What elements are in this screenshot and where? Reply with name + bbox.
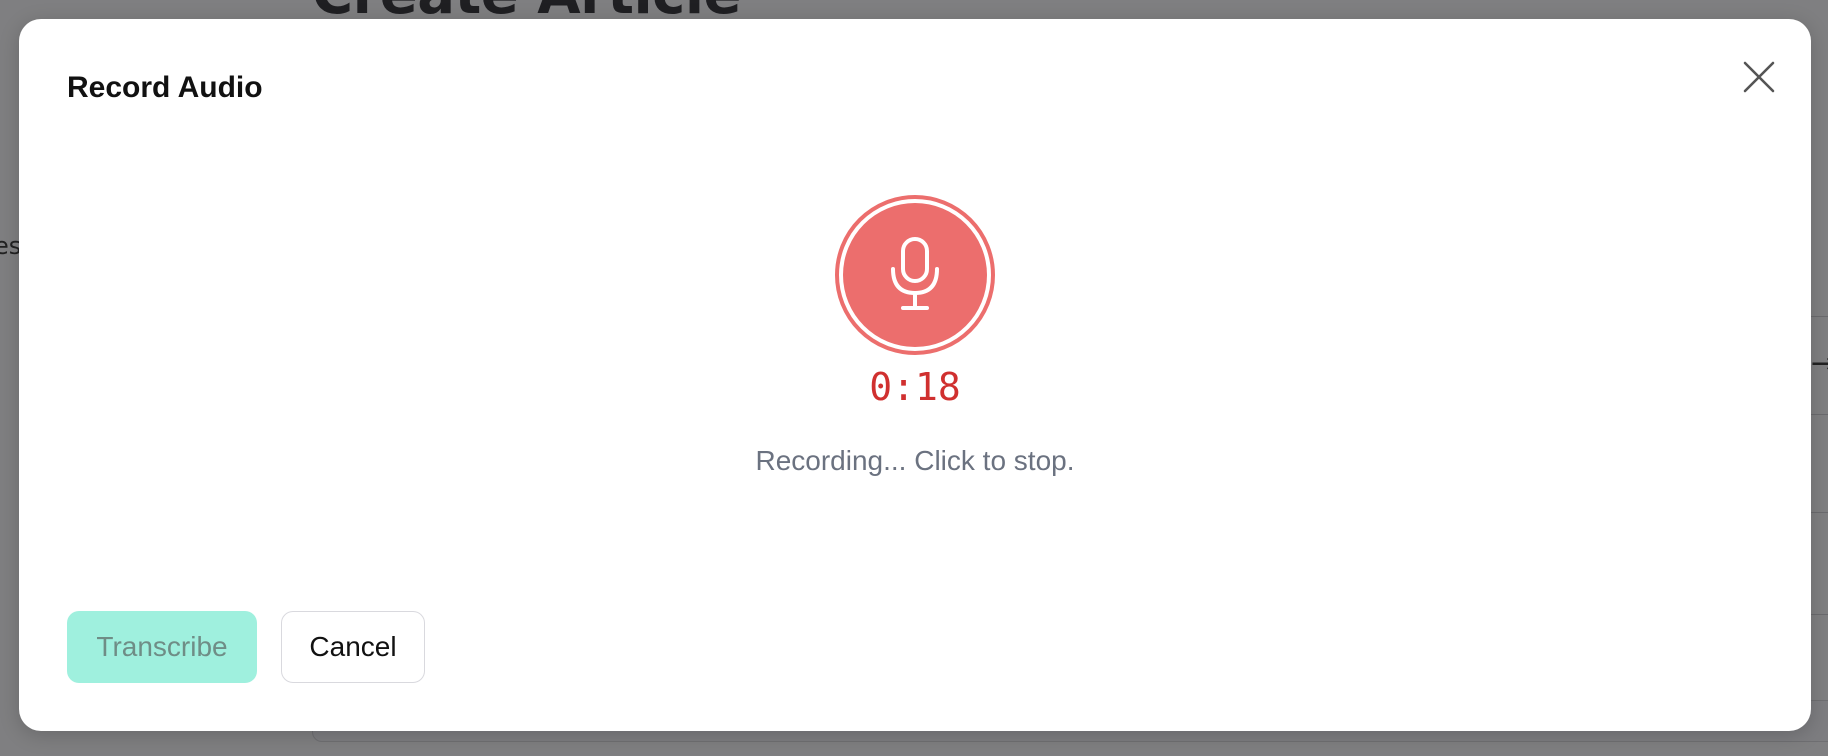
background-divider: [1808, 512, 1828, 513]
close-icon: [1743, 61, 1775, 93]
recording-timer: 0:18: [869, 365, 961, 409]
arrow-right-icon: →: [1810, 346, 1828, 381]
dialog-title: Record Audio: [67, 71, 263, 104]
cancel-button[interactable]: Cancel: [281, 611, 425, 683]
record-toggle-button[interactable]: [835, 195, 995, 355]
background-divider: [1808, 316, 1828, 317]
microphone-icon: [891, 237, 939, 310]
record-audio-dialog: Record Audio 0:18 Recording... Click to …: [19, 19, 1811, 731]
close-button[interactable]: [1739, 57, 1779, 97]
recording-status-text: Recording... Click to stop.: [755, 445, 1075, 476]
background-divider: [1808, 414, 1828, 415]
record-button-fill: [843, 203, 987, 347]
background-divider: [1808, 614, 1828, 615]
transcribe-button[interactable]: Transcribe: [67, 611, 257, 683]
